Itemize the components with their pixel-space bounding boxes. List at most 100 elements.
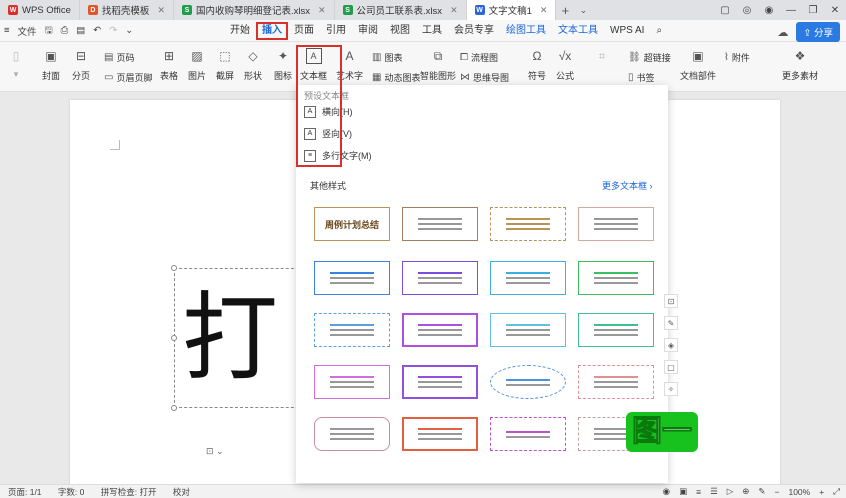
- menu-page[interactable]: 页面: [288, 22, 320, 40]
- table-button[interactable]: ⊞ 表格: [160, 48, 178, 82]
- tab-wps-office[interactable]: W WPS Office: [0, 0, 80, 20]
- page-count[interactable]: 页面: 1/1: [8, 487, 42, 497]
- web-view-icon[interactable]: ⊕: [742, 486, 749, 497]
- pen-icon[interactable]: ✎: [758, 486, 765, 497]
- chart-button[interactable]: ▥ 图表: [372, 51, 402, 64]
- menu-member[interactable]: 会员专享: [448, 22, 500, 40]
- textbox-template[interactable]: [314, 417, 390, 451]
- menu-tools[interactable]: 工具: [416, 22, 448, 40]
- outline-view-icon[interactable]: ☰: [710, 486, 718, 497]
- screenshot-button[interactable]: ⬚ 截屏: [216, 48, 234, 82]
- save-icon[interactable]: 🖫: [45, 23, 53, 39]
- menu-review[interactable]: 审阅: [352, 22, 384, 40]
- close-icon[interactable]: ✕: [540, 5, 548, 16]
- minimize-icon[interactable]: —: [780, 5, 802, 16]
- textbox-template[interactable]: [314, 365, 390, 399]
- mindmap-button[interactable]: ⋈ 思维导图: [460, 71, 509, 84]
- attachment-button[interactable]: ⌇ 附件: [724, 51, 750, 64]
- menu-insert[interactable]: 插入: [256, 22, 288, 40]
- picture-button[interactable]: ▨ 图片: [188, 48, 206, 82]
- redo-icon[interactable]: ↷: [109, 25, 117, 36]
- textbox-template[interactable]: [490, 313, 566, 347]
- menu-wps-ai[interactable]: WPS AI: [604, 22, 650, 40]
- file-menu[interactable]: 文件: [18, 24, 37, 38]
- menu-view[interactable]: 视图: [384, 22, 416, 40]
- play-icon[interactable]: ▷: [727, 486, 734, 497]
- hyperlink-button[interactable]: ⛓ 超链接: [628, 51, 671, 64]
- skin-icon[interactable]: ◎: [736, 5, 758, 16]
- textbox-template[interactable]: [314, 261, 390, 295]
- tab-docer-templates[interactable]: D 找稻壳模板 ✕: [80, 0, 174, 20]
- fill-icon[interactable]: ◈: [664, 338, 678, 352]
- textbox-template[interactable]: [402, 417, 478, 451]
- maximize-icon[interactable]: ❐: [802, 5, 824, 16]
- menu-home[interactable]: 开始: [224, 22, 256, 40]
- page-code-button[interactable]: ▤ 页码: [104, 51, 134, 64]
- layout-options-icon[interactable]: ⊡ ⌄: [206, 446, 224, 457]
- print-preview-icon[interactable]: ▤: [76, 25, 85, 36]
- close-icon[interactable]: ✕: [318, 5, 326, 16]
- textbox-template[interactable]: [578, 207, 654, 241]
- symbol-button[interactable]: Ω 符号: [528, 48, 546, 82]
- resize-handle[interactable]: [171, 335, 177, 341]
- fullscreen-icon[interactable]: ⤢: [833, 486, 840, 497]
- dynamic-chart-button[interactable]: ▦ 动态图表: [372, 71, 420, 84]
- cloud-sync-icon[interactable]: ☁: [777, 26, 788, 39]
- textbox-template[interactable]: [490, 207, 566, 241]
- page-break-button[interactable]: ⊟ 分页: [72, 48, 90, 82]
- textbox-template[interactable]: [578, 261, 654, 295]
- textbox-template[interactable]: [490, 365, 566, 399]
- textbox-template[interactable]: [402, 365, 478, 399]
- more-material-button[interactable]: ❖ 更多素材: [782, 48, 818, 82]
- textbox-template[interactable]: 周例计划总结: [314, 207, 390, 241]
- menu-drawing-tools[interactable]: 绘图工具: [500, 22, 552, 40]
- tab-sheet-1[interactable]: S 国内收购琴明细登记表.xlsx ✕: [174, 0, 335, 20]
- shape-button[interactable]: ◇ 形状: [244, 48, 262, 82]
- eye-icon[interactable]: ◉: [663, 486, 670, 497]
- word-count[interactable]: 字数: 0: [58, 487, 84, 497]
- layout-icon[interactable]: ▢: [714, 5, 736, 16]
- page-view-icon[interactable]: ▣: [679, 486, 687, 497]
- close-icon[interactable]: ✕: [157, 5, 165, 16]
- chevron-down-icon[interactable]: ⌄: [574, 5, 592, 16]
- textbox-template[interactable]: [578, 313, 654, 347]
- zoom-in-icon[interactable]: +: [819, 487, 824, 497]
- close-icon[interactable]: ✕: [450, 5, 458, 16]
- blank-page-button[interactable]: ▯ ▾: [8, 48, 24, 80]
- search-icon[interactable]: ⌕: [650, 22, 668, 40]
- list-view-icon[interactable]: ≡: [696, 487, 701, 497]
- wrap-text-icon[interactable]: ⊡: [664, 294, 678, 308]
- close-window-icon[interactable]: ✕: [824, 5, 846, 16]
- more-textbox-link[interactable]: 更多文本框 ›: [602, 179, 653, 192]
- textbox-template[interactable]: [578, 365, 654, 399]
- print-icon[interactable]: ⎙: [61, 25, 69, 36]
- undo-icon[interactable]: ↶: [93, 25, 101, 36]
- hamburger-icon[interactable]: ≡: [4, 25, 10, 36]
- effect-icon[interactable]: ✧: [664, 382, 678, 396]
- spell-check[interactable]: 拼写检查: 打开: [101, 487, 157, 497]
- tab-writer-doc[interactable]: W 文字文稿1 ✕: [466, 0, 557, 20]
- add-tab-icon[interactable]: +: [556, 3, 574, 18]
- zoom-out-icon[interactable]: −: [775, 487, 780, 497]
- textbox-template[interactable]: [402, 261, 478, 295]
- textbox-template[interactable]: [402, 207, 478, 241]
- resize-handle[interactable]: [171, 265, 177, 271]
- doc-parts-button[interactable]: ▣ 文档部件: [680, 48, 716, 82]
- icon-button[interactable]: ✦ 图标: [274, 48, 292, 82]
- flowchart-button[interactable]: ⧠ 流程图: [460, 51, 498, 64]
- textbox-template[interactable]: [490, 417, 566, 451]
- menu-text-tools[interactable]: 文本工具: [552, 22, 604, 40]
- zoom-level[interactable]: 100%: [788, 487, 810, 497]
- outline-icon[interactable]: ▢: [664, 360, 678, 374]
- bookmark-button[interactable]: ▯ 书签: [628, 71, 655, 84]
- share-button[interactable]: ⇪ 分享: [796, 22, 840, 42]
- resize-handle[interactable]: [171, 405, 177, 411]
- avatar[interactable]: ◉: [758, 5, 780, 16]
- cover-button[interactable]: ▣ 封面: [42, 48, 60, 82]
- tab-sheet-2[interactable]: S 公司员工联系表.xlsx ✕: [335, 0, 467, 20]
- edit-icon[interactable]: ✎: [664, 316, 678, 330]
- header-footer-button[interactable]: ▭ 页眉页脚: [104, 71, 152, 84]
- chevron-down-icon[interactable]: ⌄: [125, 25, 133, 36]
- textbox-template[interactable]: [314, 313, 390, 347]
- textbox-template[interactable]: [402, 313, 478, 347]
